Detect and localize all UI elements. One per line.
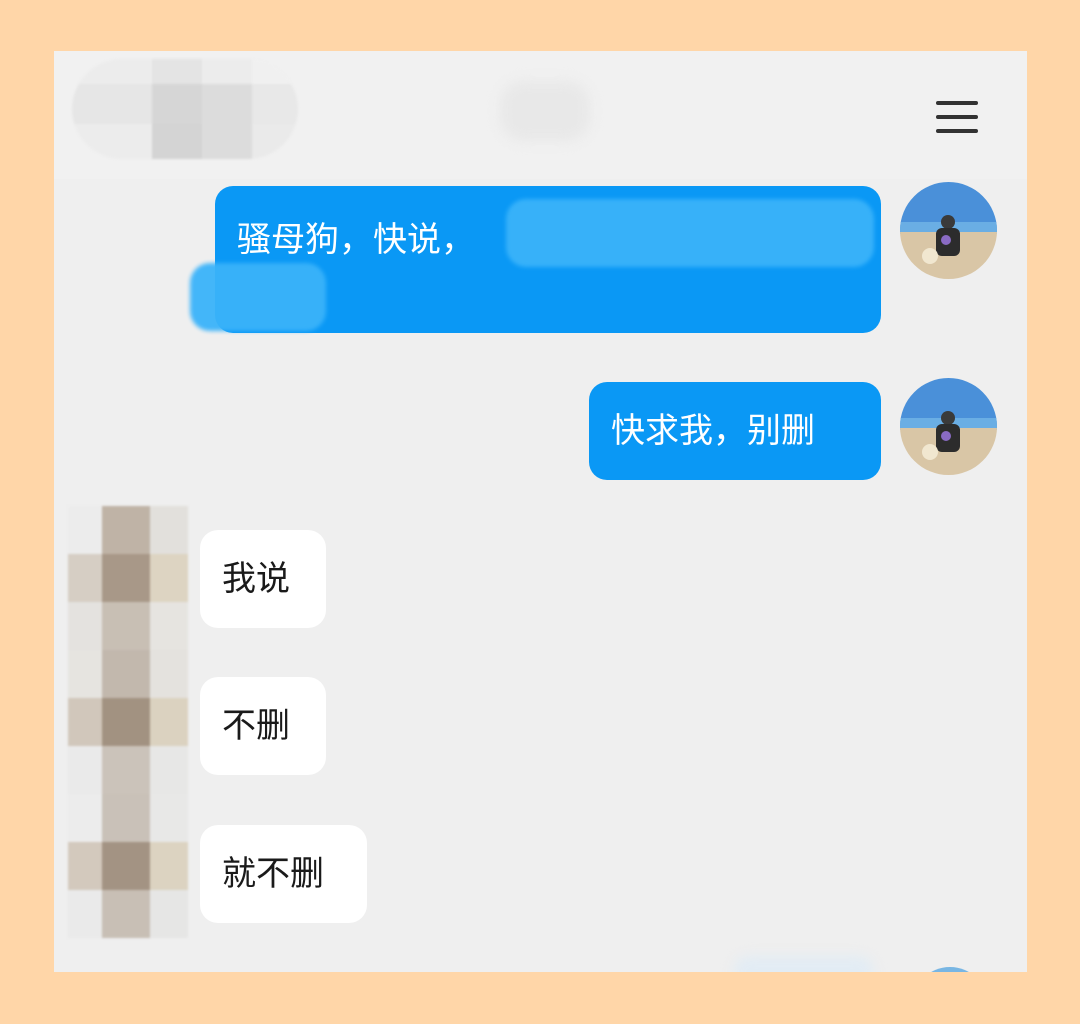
hamburger-menu-icon[interactable] bbox=[930, 91, 982, 139]
incoming-message-bubble[interactable]: 我说 bbox=[200, 530, 326, 628]
redacted-next-message bbox=[734, 956, 874, 972]
chat-screen: 骚母狗，快说， 快求我，别删 我说 不删 就不删 bbox=[54, 51, 1027, 972]
redacted-chat-title bbox=[500, 81, 590, 141]
incoming-message-bubble[interactable]: 不删 bbox=[200, 677, 326, 775]
chat-header bbox=[54, 51, 1027, 179]
redacted-message-text bbox=[506, 199, 874, 267]
redacted-back-area[interactable] bbox=[72, 59, 298, 159]
message-text: 快求我，别删 bbox=[611, 411, 815, 451]
message-text: 就不删 bbox=[222, 854, 324, 894]
pixelated-contact-avatar[interactable] bbox=[68, 506, 188, 944]
message-text: 骚母狗，快说， bbox=[237, 220, 475, 260]
self-avatar[interactable] bbox=[900, 378, 997, 475]
self-avatar bbox=[912, 967, 988, 972]
message-text: 我说 bbox=[222, 559, 290, 599]
outgoing-message-bubble[interactable]: 快求我，别删 bbox=[589, 382, 881, 480]
incoming-message-bubble[interactable]: 就不删 bbox=[200, 825, 367, 923]
redacted-message-text bbox=[190, 263, 326, 331]
self-avatar[interactable] bbox=[900, 182, 997, 279]
message-text: 不删 bbox=[222, 706, 290, 746]
